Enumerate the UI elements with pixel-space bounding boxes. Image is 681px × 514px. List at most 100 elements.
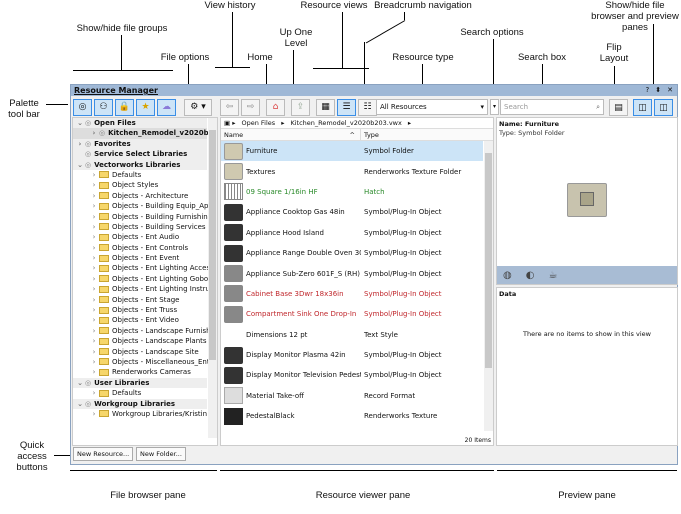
chevron-icon[interactable]: ⌄ [75,160,85,170]
tree-item[interactable]: ›Objects - Ent Lighting Instruments [73,284,217,294]
favorites-toggle[interactable]: ★ [136,98,155,116]
list-view-button[interactable]: ☰ [337,98,356,116]
tree-item[interactable]: ⌄ ◎ Workgroup Libraries [73,398,207,409]
view-icon[interactable]: ☕ [548,270,557,281]
tree-item[interactable]: ⌄ ◎ User Libraries [73,377,207,389]
resource-row[interactable]: Appliance Hood Island Symbol/Plug-In Obje… [221,223,483,243]
resource-row[interactable]: Appliance Range Double Oven 30in Symbol/P… [221,243,483,263]
tree-item[interactable]: › Objects - Ent Audio [73,232,207,242]
chevron-icon[interactable]: › [89,232,99,242]
tree-item[interactable]: › Objects - Architecture [73,191,207,201]
chevron-icon[interactable]: › [89,191,99,201]
new-resource-button[interactable]: New Resource... [73,447,134,461]
chevron-icon[interactable]: › [89,128,99,138]
back-button[interactable]: ⇦ [220,98,239,116]
chevron-icon[interactable]: › [89,367,99,377]
tree-item[interactable]: › Objects - Ent Lighting Gobos [73,274,212,284]
tree-item[interactable]: ›Objects - Ent Lighting Accessories [73,263,217,273]
resource-row[interactable]: Appliance Cooktop Gas 48in Symbol/Plug-In… [221,202,483,222]
chevron-icon[interactable]: › [89,315,99,325]
workgroup-toggle[interactable]: ⚇ [94,98,113,116]
resource-row[interactable]: Compartment Sink One Drop-In Symbol/Plug-… [221,304,483,324]
tree-item[interactable]: › Objects - Landscape Plants [73,336,207,346]
tree-item[interactable]: › Defaults [73,388,207,398]
chevron-icon[interactable]: › [89,388,99,398]
chevron-icon[interactable]: ⌄ [75,378,85,388]
chevron-icon[interactable]: › [89,201,99,211]
up-one-level-button[interactable]: ⇪ [291,98,310,116]
forward-button[interactable]: ⇨ [241,98,260,116]
toggle-preview-button[interactable]: ◫ [654,99,673,116]
chevron-icon[interactable]: › [89,212,99,222]
tree-item[interactable]: ⌄ ◎ Vectorworks Libraries [73,159,207,170]
open-files-toggle[interactable]: ◎ [73,98,92,116]
chevron-icon[interactable]: › [89,243,99,253]
tree-item[interactable]: › Objects - Building Services [73,222,207,232]
tree-item[interactable]: › Objects - Landscape Furnishings [73,326,217,336]
resource-row[interactable]: Cabinet Base 3Dwr 18x36in Symbol/Plug-In … [221,284,483,304]
name-column-header[interactable]: Name ^ [221,129,361,140]
chevron-icon[interactable]: › [89,305,99,315]
tree-item[interactable]: › Objects - Landscape Site [73,347,207,357]
resource-row[interactable]: Display Monitor Television Pedestal Symbo… [221,365,483,385]
chevron-icon[interactable]: › [89,409,99,419]
search-input[interactable]: Search ⌕ [500,99,604,115]
chevron-icon[interactable]: › [89,253,99,263]
tree-item[interactable]: › Renderworks Cameras [73,367,207,377]
resource-row[interactable]: Furniture Symbol Folder [221,141,483,162]
chevron-icon[interactable]: › [89,263,99,273]
chevron-icon[interactable]: › [89,274,99,284]
chevron-icon[interactable]: › [89,284,99,294]
resource-row[interactable]: PedestalBlack Renderworks Texture [221,406,483,426]
resource-row[interactable]: Appliance Sub-Zero 601F_S (RH) Symbol/Plu… [221,263,483,283]
tree-item[interactable]: › Defaults [73,170,207,180]
tree-item[interactable]: ⌄ ◎ Open Files [73,118,207,129]
tree-item[interactable]: › Object Styles [73,180,207,190]
viewer-scrollbar[interactable] [484,141,493,431]
tree-item[interactable]: › Objects - Ent Controls [73,243,207,253]
resource-row[interactable]: 09 Square 1/16in HF Hatch [221,182,483,202]
chevron-icon[interactable]: › [89,336,99,346]
chevron-icon[interactable]: ⌄ [75,399,85,409]
tree-item[interactable]: ›Objects - Miscellaneous_Entourage [73,357,217,367]
help-icon[interactable]: ? [646,85,650,96]
home-button[interactable]: ⌂ [266,98,285,116]
toggle-file-browser-button[interactable]: ◫ [633,99,652,116]
tree-item[interactable]: › Objects - Ent Truss [73,305,207,315]
tree-item[interactable]: › Objects - Ent Video [73,315,207,325]
chevron-icon[interactable]: › [89,357,99,367]
chevron-icon[interactable]: › [75,139,85,149]
tree-item[interactable]: › ◎ Favorites [73,138,207,150]
chevron-icon[interactable]: › [89,326,99,336]
pin-icon[interactable]: ⬍ [655,85,661,96]
search-options-button[interactable]: ▾ [490,99,499,115]
file-options-button[interactable]: ⚙ ▾ [184,98,212,116]
chevron-icon[interactable]: › [89,180,99,190]
chevron-icon[interactable]: › [89,295,99,305]
cloud-toggle[interactable]: ☁ [157,98,176,116]
chevron-icon[interactable]: › [89,170,99,180]
tree-item[interactable]: › Workgroup Libraries/Kristin Te [73,409,217,419]
background-icon[interactable]: ◐ [526,270,535,281]
render-mode-icon[interactable]: ◍ [503,270,512,281]
details-view-button[interactable]: ☷ [358,98,377,116]
resource-row[interactable]: Display Monitor Plasma 42in Symbol/Plug-I… [221,345,483,365]
tree-scrollbar[interactable] [208,118,217,438]
resource-row[interactable]: Textures Renderworks Texture Folder [221,161,483,181]
tree-item[interactable]: ◎ Service Select Libraries [73,149,207,160]
new-folder-button[interactable]: New Folder... [136,447,186,461]
flip-layout-button[interactable]: ▤ [609,99,628,116]
breadcrumb-item[interactable]: Open Files [241,118,275,128]
user-libraries-toggle[interactable]: 🔒 [115,98,134,116]
chevron-icon[interactable]: › [89,347,99,357]
resource-row[interactable]: Dimensions 12 pt Text Style [221,325,483,345]
tree-item[interactable]: › ◎ Kitchen_Remodel_v2020b203 [73,128,217,139]
resource-type-select[interactable]: All Resources ▾ [376,99,488,115]
tree-item[interactable]: ›Objects - Building Equip_Appliances [73,201,217,211]
type-column-header[interactable]: Type [361,129,481,140]
tree-item[interactable]: › Objects - Ent Stage [73,295,207,305]
chevron-icon[interactable]: ⌄ [75,118,85,128]
chevron-icon[interactable]: › [89,222,99,232]
thumbnail-view-button[interactable]: ▦ [316,98,335,116]
resource-row[interactable]: Material Take-off Record Format [221,386,483,406]
